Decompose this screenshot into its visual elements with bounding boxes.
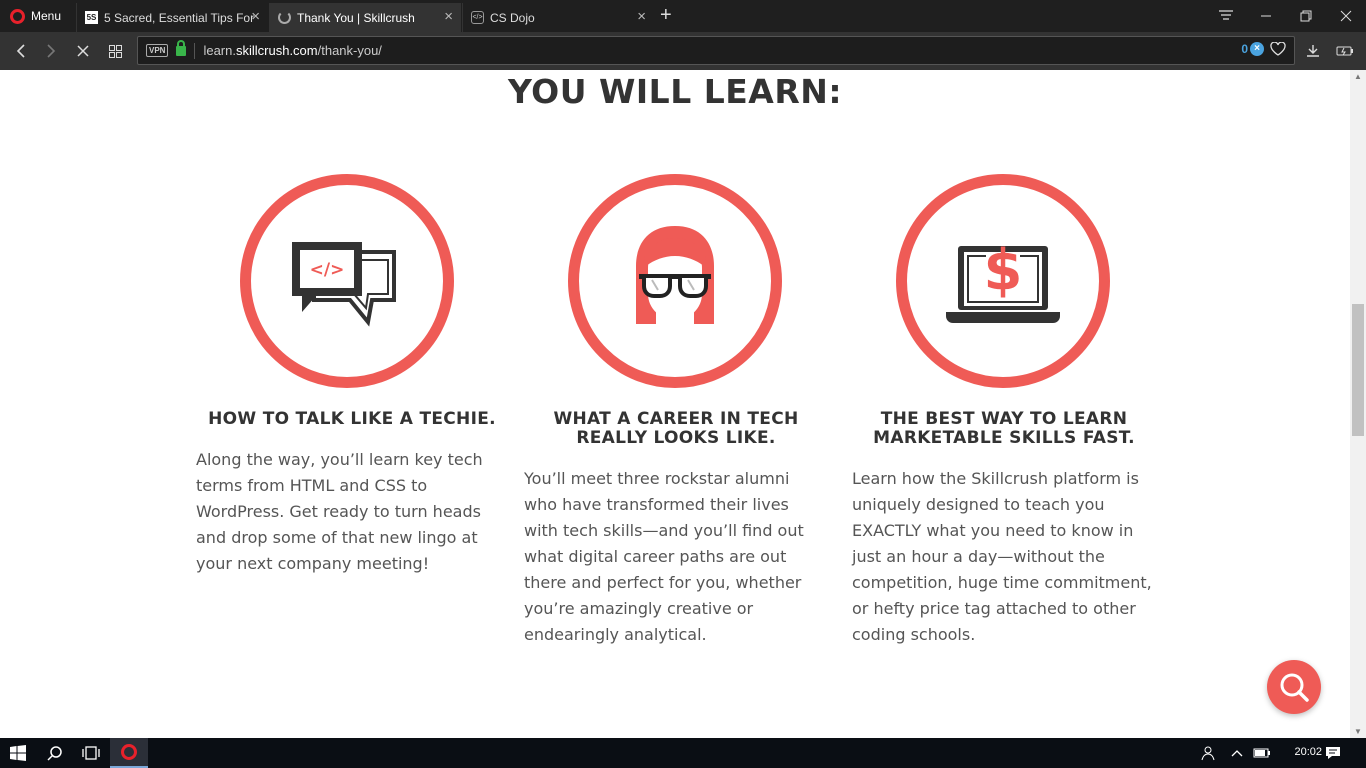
taskbar-search-button[interactable] — [38, 738, 72, 768]
new-tab-button[interactable]: + — [660, 4, 672, 26]
task-view-icon — [82, 746, 100, 760]
column-title: WHAT A CAREER IN TECH REALLY LOOKS LIKE. — [516, 410, 836, 448]
restore-button[interactable] — [1286, 0, 1326, 32]
vpn-badge[interactable]: VPN — [146, 44, 169, 57]
close-icon[interactable]: × — [444, 9, 453, 24]
column-title-line: HOW TO TALK LIKE A TECHIE. — [208, 409, 496, 429]
laptop-dollar-icon: $ — [946, 238, 1060, 323]
scroll-thumb[interactable] — [1352, 304, 1364, 436]
stop-loading-button[interactable] — [68, 32, 98, 70]
scroll-up-arrow-icon[interactable]: ▲ — [1354, 72, 1362, 81]
chevron-up-icon[interactable] — [1226, 738, 1248, 768]
page-content: YOU WILL LEARN: </> HOW TO TALK LIKE A T… — [0, 70, 1350, 738]
adblock-count: 0 — [1241, 42, 1248, 56]
cs-dojo-favicon-icon: </> — [471, 11, 484, 24]
adblock-icon[interactable]: × — [1250, 42, 1264, 56]
lock-icon[interactable] — [176, 39, 187, 56]
tab-menu-icon[interactable] — [1206, 0, 1246, 32]
close-icon[interactable]: × — [637, 9, 646, 24]
tab-title: 5 Sacred, Essential Tips For — [104, 10, 254, 25]
search-icon — [47, 746, 62, 761]
column-title-line: MARKETABLE SKILLS FAST. — [873, 428, 1135, 448]
browser-toolbar: VPN learn.skillcrush.com/thank-you/ 0 × — [0, 32, 1366, 70]
browser-tab-bar: Menu 5S 5 Sacred, Essential Tips For × T… — [0, 0, 1366, 32]
column-description: Learn how the Skillcrush platform is uni… — [852, 469, 1152, 644]
tab-cs-dojo[interactable]: </> CS Dojo × — [462, 3, 654, 32]
svg-text:</>: </> — [310, 260, 345, 280]
column-description: You’ll meet three rockstar alumni who ha… — [524, 469, 804, 644]
forward-button[interactable] — [36, 32, 66, 70]
address-bar-actions: 0 × — [1241, 42, 1286, 56]
5s-favicon-icon: 5S — [85, 11, 98, 24]
taskbar-clock[interactable]: 20:02 — [1294, 746, 1322, 758]
taskbar-opera-button[interactable] — [110, 738, 148, 768]
battery-icon[interactable] — [1250, 738, 1274, 768]
column-description: Along the way, you’ll learn key tech ter… — [196, 450, 483, 573]
menu-label: Menu — [31, 9, 62, 23]
page-scrollbar[interactable]: ▲ ▼ — [1350, 70, 1366, 738]
tab-thank-you-skillcrush[interactable]: Thank You | Skillcrush × — [269, 3, 461, 32]
code-speech-bubble-icon: </> — [292, 242, 396, 327]
close-icon[interactable]: × — [251, 9, 260, 24]
opera-logo-icon — [10, 8, 25, 24]
battery-saver-icon[interactable] — [1330, 32, 1360, 70]
column-title-line: THE BEST WAY TO LEARN — [880, 409, 1128, 429]
windows-taskbar: 20:02 — [0, 738, 1366, 768]
address-divider — [194, 42, 196, 59]
people-icon[interactable] — [1196, 738, 1220, 768]
task-view-button[interactable] — [74, 738, 108, 768]
heart-icon[interactable] — [1270, 42, 1286, 56]
section-heading: YOU WILL LEARN: — [507, 72, 843, 111]
back-button[interactable] — [6, 32, 36, 70]
opera-menu-button[interactable]: Menu — [0, 0, 72, 32]
search-icon — [1280, 673, 1309, 702]
woman-with-glasses-icon — [636, 226, 714, 324]
windows-logo-icon — [10, 745, 26, 761]
column-title: THE BEST WAY TO LEARN MARKETABLE SKILLS … — [844, 410, 1164, 448]
address-bar[interactable]: VPN learn.skillcrush.com/thank-you/ 0 × — [137, 36, 1295, 65]
tab-title: Thank You | Skillcrush — [297, 10, 415, 25]
svg-text:$: $ — [984, 238, 1023, 303]
column-title-line: WHAT A CAREER IN TECH — [553, 409, 799, 429]
search-button[interactable] — [1267, 660, 1321, 714]
url-path: /thank-you/ — [317, 43, 382, 58]
column-title-line: REALLY LOOKS LIKE. — [576, 428, 776, 448]
loading-spinner-icon — [278, 11, 291, 24]
column-title: HOW TO TALK LIKE A TECHIE. — [192, 410, 512, 429]
opera-logo-icon — [121, 744, 137, 760]
tab-5-sacred-tips[interactable]: 5S 5 Sacred, Essential Tips For × — [76, 3, 268, 32]
url-host: skillcrush.com — [235, 43, 318, 58]
download-icon[interactable] — [1298, 32, 1328, 70]
url-text[interactable]: learn.skillcrush.com/thank-you/ — [203, 43, 381, 58]
minimize-button[interactable] — [1246, 0, 1286, 32]
speed-dial-button[interactable] — [100, 32, 130, 70]
action-center-icon[interactable] — [1320, 738, 1346, 768]
url-prefix: learn. — [203, 43, 236, 58]
close-window-button[interactable] — [1326, 0, 1366, 32]
tab-title: CS Dojo — [490, 10, 535, 25]
scroll-down-arrow-icon[interactable]: ▼ — [1354, 727, 1362, 736]
windows-start-button[interactable] — [0, 738, 36, 768]
